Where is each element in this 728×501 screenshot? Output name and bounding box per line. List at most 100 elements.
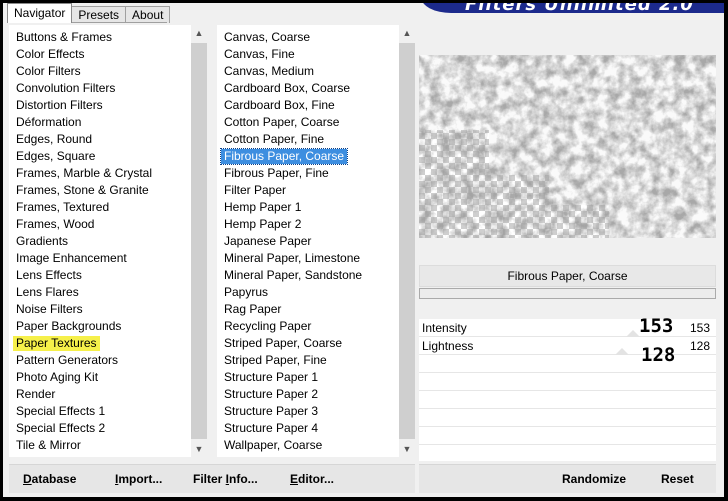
category-list-item[interactable]: Paper Textures bbox=[9, 335, 191, 352]
category-list-item[interactable]: Noise Filters bbox=[9, 301, 191, 318]
filter-label: Cotton Paper, Fine bbox=[224, 132, 325, 146]
filter-list-item[interactable]: Structure Paper 4 bbox=[217, 420, 399, 437]
category-list-item[interactable]: Color Effects bbox=[9, 46, 191, 63]
database-button[interactable]: Database bbox=[23, 472, 76, 486]
category-list-item[interactable]: Convolution Filters bbox=[9, 80, 191, 97]
filter-label: Structure Paper 3 bbox=[224, 404, 319, 418]
category-list-item[interactable]: Frames, Textured bbox=[9, 199, 191, 216]
filter-list[interactable]: Canvas, Coarse Canvas, Fine Canvas, Medium… bbox=[217, 25, 415, 457]
filter-label: Canvas, Coarse bbox=[224, 30, 311, 44]
filter-label: Papyrus bbox=[224, 285, 269, 299]
category-list-item[interactable]: Color Filters bbox=[9, 63, 191, 80]
filter-list-item[interactable]: Japanese Paper bbox=[217, 233, 399, 250]
category-label: Photo Aging Kit bbox=[16, 370, 99, 384]
category-list-item[interactable]: Lens Flares bbox=[9, 284, 191, 301]
category-label: Color Filters bbox=[16, 64, 81, 78]
category-list-item[interactable]: Photo Aging Kit bbox=[9, 369, 191, 386]
filter-label: Cotton Paper, Coarse bbox=[224, 115, 340, 129]
filter-list-item[interactable]: Cotton Paper, Fine bbox=[217, 131, 399, 148]
filter-scrollbar[interactable]: ▲ ▼ bbox=[399, 25, 415, 457]
category-list-item[interactable]: Frames, Stone & Granite bbox=[9, 182, 191, 199]
scroll-down-arrow-icon[interactable]: ▼ bbox=[399, 441, 415, 457]
slider-marker[interactable] bbox=[626, 330, 640, 337]
scroll-down-arrow-icon[interactable]: ▼ bbox=[191, 441, 207, 457]
category-label: Special Effects 2 bbox=[16, 421, 106, 435]
filter-list-item[interactable]: Mineral Paper, Limestone bbox=[217, 250, 399, 267]
filter-list-item[interactable]: Structure Paper 1 bbox=[217, 369, 399, 386]
category-list-item[interactable]: Distortion Filters bbox=[9, 97, 191, 114]
category-list-item[interactable]: Gradients bbox=[9, 233, 191, 250]
banner: Filters Unlimited 2.0 bbox=[421, 3, 724, 13]
filter-list-item[interactable]: Canvas, Fine bbox=[217, 46, 399, 63]
filter-label: Cardboard Box, Fine bbox=[224, 98, 335, 112]
category-list-item[interactable]: Special Effects 1 bbox=[9, 403, 191, 420]
category-label: Pattern Generators bbox=[16, 353, 119, 367]
category-list-item[interactable]: Special Effects 2 bbox=[9, 420, 191, 437]
bottom-toolbar-left: Database Import... Filter Info... Editor… bbox=[9, 464, 415, 493]
filter-list-item[interactable]: Structure Paper 3 bbox=[217, 403, 399, 420]
reset-button[interactable]: Reset bbox=[661, 472, 694, 486]
scroll-up-arrow-icon[interactable]: ▲ bbox=[399, 25, 415, 41]
filter-list-item[interactable]: Canvas, Medium bbox=[217, 63, 399, 80]
category-label: Color Effects bbox=[16, 47, 85, 61]
filter-list-item[interactable]: Filter Paper bbox=[217, 182, 399, 199]
category-label: Edges, Round bbox=[16, 132, 93, 146]
filter-list-item[interactable]: Cotton Paper, Coarse bbox=[217, 114, 399, 131]
category-list-item[interactable]: Image Enhancement bbox=[9, 250, 191, 267]
category-list-item[interactable]: Déformation bbox=[9, 114, 191, 131]
filter-label: Hemp Paper 2 bbox=[224, 217, 302, 231]
filter-label: Canvas, Fine bbox=[224, 47, 295, 61]
intensity-overlay-number: 153 bbox=[639, 315, 674, 337]
editor-button[interactable]: Editor... bbox=[290, 472, 334, 486]
filter-label: Japanese Paper bbox=[224, 234, 312, 248]
tab-navigator[interactable]: Navigator bbox=[7, 3, 73, 23]
filter-list-item[interactable]: Hemp Paper 2 bbox=[217, 216, 399, 233]
param-row-empty bbox=[419, 373, 716, 391]
category-list-item[interactable]: Lens Effects bbox=[9, 267, 191, 284]
import-button[interactable]: Import... bbox=[115, 472, 162, 486]
filter-label: Canvas, Medium bbox=[224, 64, 315, 78]
filter-list-item[interactable]: Striped Paper, Fine bbox=[217, 352, 399, 369]
category-label: Image Enhancement bbox=[16, 251, 127, 265]
category-label: Paper Backgrounds bbox=[16, 319, 122, 333]
category-label: Frames, Textured bbox=[16, 200, 110, 214]
filter-list-item[interactable]: Rag Paper bbox=[217, 301, 399, 318]
filter-list-item[interactable]: Papyrus bbox=[217, 284, 399, 301]
filter-list-item[interactable]: Fibrous Paper, Coarse bbox=[217, 148, 399, 165]
filter-list-item[interactable]: Striped Paper, Coarse bbox=[217, 335, 399, 352]
scroll-thumb[interactable] bbox=[399, 43, 415, 439]
category-list-item[interactable]: Paper Backgrounds bbox=[9, 318, 191, 335]
filter-list-item[interactable]: Fibrous Paper, Fine bbox=[217, 165, 399, 182]
tab-presets[interactable]: Presets bbox=[71, 6, 127, 23]
category-list-item[interactable]: Frames, Wood bbox=[9, 216, 191, 233]
filter-list-item[interactable]: Recycling Paper bbox=[217, 318, 399, 335]
category-list-item[interactable]: Frames, Marble & Crystal bbox=[9, 165, 191, 182]
filter-list-item[interactable]: Structure Paper 2 bbox=[217, 386, 399, 403]
filter-info-button[interactable]: Filter Info... bbox=[193, 472, 258, 486]
filter-list-item[interactable]: Mineral Paper, Sandstone bbox=[217, 267, 399, 284]
category-list-item[interactable]: Edges, Square bbox=[9, 148, 191, 165]
parameter-panel: Intensity 153 Lightness 128 bbox=[419, 319, 716, 461]
filter-list-item[interactable]: Hemp Paper 1 bbox=[217, 199, 399, 216]
filter-label: Fibrous Paper, Fine bbox=[224, 166, 329, 180]
category-list[interactable]: Buttons & Frames Color Effects Color Filte… bbox=[9, 25, 207, 457]
category-scrollbar[interactable]: ▲ ▼ bbox=[191, 25, 207, 457]
filter-label: Structure Paper 4 bbox=[224, 421, 319, 435]
category-list-item[interactable]: Edges, Round bbox=[9, 131, 191, 148]
filter-list-item[interactable]: Canvas, Coarse bbox=[217, 29, 399, 46]
scroll-thumb[interactable] bbox=[191, 43, 207, 439]
filter-label: Structure Paper 2 bbox=[224, 387, 319, 401]
filter-label: Rag Paper bbox=[224, 302, 282, 316]
fibrous-texture bbox=[419, 55, 716, 238]
category-list-item[interactable]: Render bbox=[9, 386, 191, 403]
category-list-item[interactable]: Tile & Mirror bbox=[9, 437, 191, 454]
scroll-up-arrow-icon[interactable]: ▲ bbox=[191, 25, 207, 41]
filter-list-item[interactable]: Cardboard Box, Fine bbox=[217, 97, 399, 114]
category-list-item[interactable]: Pattern Generators bbox=[9, 352, 191, 369]
slider-marker[interactable] bbox=[615, 348, 629, 355]
tab-about[interactable]: About bbox=[125, 6, 171, 23]
category-list-item[interactable]: Buttons & Frames bbox=[9, 29, 191, 46]
randomize-button[interactable]: Randomize bbox=[562, 472, 626, 486]
filter-list-item[interactable]: Cardboard Box, Coarse bbox=[217, 80, 399, 97]
filter-list-item[interactable]: Wallpaper, Coarse bbox=[217, 437, 399, 454]
